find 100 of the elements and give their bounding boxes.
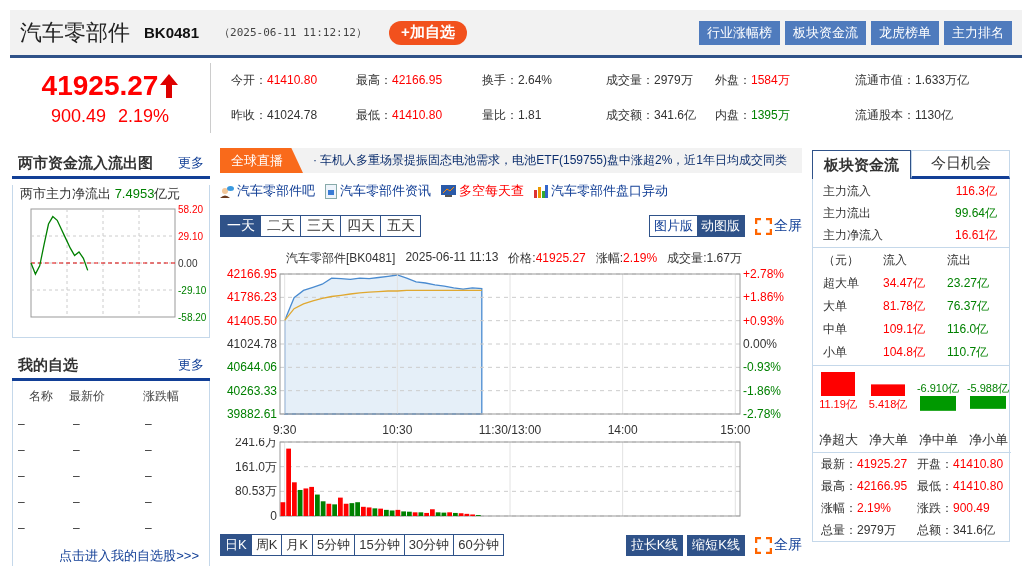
table-cell-text: – — [73, 495, 81, 509]
add-watchlist-button[interactable]: +加自选 — [388, 20, 467, 45]
table-cell-text: 23.27亿 — [947, 275, 991, 292]
stat-label: 昨收： — [231, 108, 267, 122]
axis-label: +2.78% — [743, 268, 785, 281]
up-arrow-icon — [160, 73, 179, 98]
range-tab[interactable]: 一天 — [220, 215, 261, 237]
view-tab[interactable]: 动图版 — [697, 216, 744, 236]
column-header: 涨跌幅 — [143, 387, 180, 405]
table-cell-text: 81.78亿 — [883, 298, 927, 315]
monitor-chart-icon — [441, 185, 456, 197]
range-tab[interactable]: 四天 — [340, 215, 381, 237]
axis-label: 40263.33 — [226, 383, 277, 398]
summary-label: 总额： — [917, 523, 953, 537]
axis-label: 42166.95 — [226, 268, 277, 281]
table-cell-text: – — [145, 417, 153, 431]
more-link[interactable]: 更多 — [178, 356, 204, 374]
more-link[interactable]: 更多 — [178, 154, 204, 172]
panel-tab[interactable]: 板块资金流 — [812, 150, 911, 179]
column-header: 流入 — [883, 252, 908, 269]
table-cell-text: 超大单 — [823, 275, 860, 292]
net-flow-bar — [871, 384, 905, 396]
fullscreen-icon — [755, 217, 772, 235]
table-cell-text: – — [73, 443, 81, 457]
kline-button[interactable]: 拉长K线 — [625, 534, 684, 556]
flow-value: 116.3亿 — [955, 182, 997, 200]
period-tab[interactable]: 周K — [250, 534, 283, 556]
board-code: BK0481 — [144, 24, 200, 41]
axis-label: 58.20 — [178, 205, 204, 215]
axis-label: 40644.06 — [226, 360, 277, 375]
period-tab[interactable]: 30分钟 — [403, 534, 455, 556]
field-value: 2.19% — [623, 251, 658, 265]
news-link[interactable]: · 车机人多重场景提振固态电池需求，电池ETF(159755)盘中涨超2%，近1年日均成交同类 — [313, 152, 788, 169]
stat-label: 流通股本： — [855, 108, 915, 122]
summary-label: 最低： — [917, 479, 953, 493]
axis-label: 9:30 — [273, 423, 297, 437]
table-cell-text: 110.7亿 — [947, 344, 990, 361]
quick-link[interactable]: 汽车零部件盘口异动 — [551, 182, 668, 200]
period-tab[interactable]: 60分钟 — [453, 534, 504, 556]
table-cell-text: – — [73, 417, 81, 431]
table-cell-text: 小单 — [823, 344, 848, 361]
axis-label: 14:00 — [607, 423, 638, 437]
stat-value: 42166.95 — [392, 73, 443, 87]
period-tab[interactable]: 15分钟 — [354, 534, 405, 556]
fullscreen-link[interactable]: 全屏 — [755, 536, 802, 554]
table-cell-text: – — [145, 469, 153, 483]
category-label: 净大单 — [868, 432, 908, 447]
nav-button[interactable]: 行业涨幅榜 — [699, 20, 780, 45]
bar-chart-icon — [534, 184, 548, 198]
summary-label: 最新： — [821, 457, 857, 471]
axis-label: 161.0万 — [234, 459, 277, 474]
table-cell-text: – — [18, 495, 26, 509]
range-tab[interactable]: 五天 — [380, 215, 421, 237]
net-flow-bar — [821, 372, 855, 396]
summary-value: 900.49 — [953, 501, 990, 515]
table-cell-text: 大单 — [823, 298, 848, 315]
watchlist-link[interactable]: 点击进入我的自选股>>> — [59, 548, 199, 563]
column-header: 名称 — [29, 387, 54, 405]
quick-link[interactable]: 汽车零部件资讯 — [340, 182, 431, 200]
period-tab[interactable]: 5分钟 — [312, 534, 356, 556]
axis-label: 80.53万 — [234, 484, 277, 499]
axis-label: -58.20 — [178, 312, 207, 323]
summary-value: 2979万 — [857, 523, 896, 537]
quick-link[interactable]: 汽车零部件吧 — [237, 182, 315, 200]
axis-label: 39882.61 — [226, 407, 277, 421]
nav-button[interactable]: 板块资金流 — [785, 20, 866, 45]
board-title: 汽车零部件 — [20, 18, 130, 47]
chart-time: 2025-06-11 11:13 — [405, 250, 499, 266]
stat-value: 1.81 — [518, 108, 542, 122]
quick-link[interactable]: 多空每天查 — [459, 182, 524, 200]
stat-label: 成交额： — [606, 108, 654, 122]
column-header: 最新价 — [69, 387, 106, 405]
field-label: 成交量: — [667, 251, 707, 265]
axis-label: -1.86% — [743, 383, 782, 398]
stat-label: 成交量： — [606, 73, 654, 87]
stat-value: 1395万 — [751, 108, 790, 122]
timestamp: （2025-06-11 11:12:12） — [219, 25, 367, 40]
range-tab[interactable]: 二天 — [260, 215, 301, 237]
chart-title: 汽车零部件[BK0481] — [286, 250, 396, 266]
table-cell-text: 76.37亿 — [947, 298, 991, 315]
flow-label: 主力流出 — [823, 204, 871, 222]
value-label: -5.988亿 — [966, 382, 1010, 394]
panel-tab[interactable]: 今日机会 — [911, 150, 1010, 179]
axis-label: 0 — [270, 509, 277, 520]
nav-button[interactable]: 龙虎榜单 — [871, 20, 939, 45]
table-cell-text: 34.47亿 — [883, 275, 927, 292]
axis-label: +0.93% — [743, 313, 785, 328]
stat-value: 41410.80 — [267, 73, 318, 87]
period-tab[interactable]: 月K — [281, 534, 313, 556]
range-tab[interactable]: 三天 — [300, 215, 341, 237]
stat-value: 341.6亿 — [654, 108, 697, 122]
summary-value: 2.19% — [857, 501, 892, 515]
category-label: 净超大 — [818, 432, 858, 447]
nav-button[interactable]: 主力排名 — [944, 20, 1012, 45]
fullscreen-link[interactable]: 全屏 — [755, 217, 802, 235]
kline-button[interactable]: 缩短K线 — [687, 534, 745, 556]
axis-label: 15:00 — [720, 423, 751, 437]
price-change: 900.49 — [50, 105, 106, 127]
percent-change: 2.19% — [118, 105, 170, 127]
period-tab[interactable]: 日K — [220, 534, 252, 556]
